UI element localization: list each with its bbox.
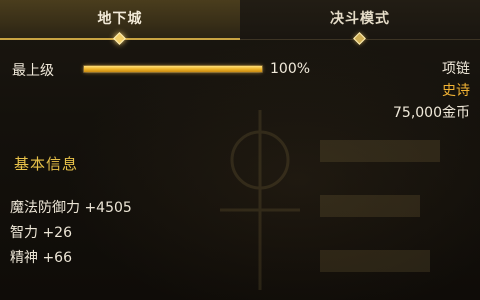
tab-indicator-diamond-icon (353, 32, 366, 45)
tab-dungeon[interactable]: 地下城 (0, 0, 240, 45)
item-tooltip-panel: 地下城 决斗模式 最上级 100% 项链 史诗 75,000金币 基本信息 魔法… (0, 0, 480, 300)
item-price: 75,000金币 (393, 105, 470, 121)
mode-tabs: 地下城 决斗模式 (0, 0, 480, 45)
basic-info-title: 基本信息 (14, 155, 79, 173)
stat-magic-defense: 魔法防御力 +4505 (10, 200, 132, 216)
stat-list: 魔法防御力 +4505 智力 +26 精神 +66 (10, 196, 132, 271)
level-percent: 100% (270, 61, 311, 77)
level-label: 最上级 (12, 63, 54, 79)
tab-dungeon-label: 地下城 (97, 11, 143, 27)
stat-spirit: 精神 +66 (10, 250, 72, 266)
level-progress-fill (84, 66, 262, 72)
item-info: 项链 史诗 75,000金币 (393, 58, 470, 124)
tab-indicator-diamond-icon (113, 32, 126, 45)
item-type: 项链 (442, 61, 470, 77)
stat-intelligence: 智力 +26 (10, 225, 72, 241)
item-rarity: 史诗 (442, 83, 470, 99)
tab-duel-mode-label: 决斗模式 (330, 11, 390, 27)
level-progress-bar (83, 65, 263, 73)
tab-duel-mode[interactable]: 决斗模式 (240, 0, 480, 45)
